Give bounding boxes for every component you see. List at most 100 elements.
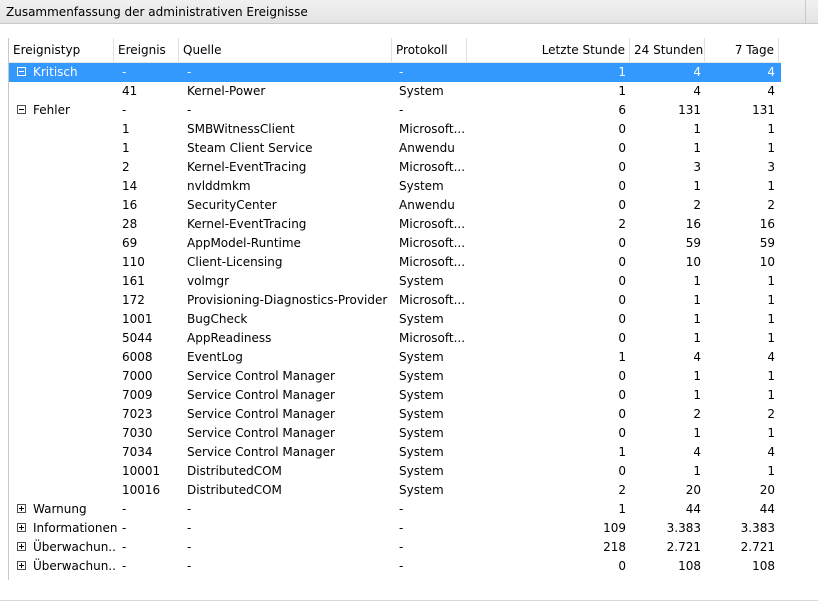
cell-7-tage: 1 bbox=[767, 464, 775, 478]
cell-7-tage: 3.383 bbox=[740, 521, 775, 535]
table-row[interactable]: 1 SMBWitnessClient Microsoft... 0 1 1 bbox=[9, 120, 781, 139]
table-row[interactable]: 7009 Service Control Manager System 0 1 1 bbox=[9, 386, 781, 405]
table-row[interactable]: 7030 Service Control Manager System 0 1 1 bbox=[9, 424, 781, 443]
table-row[interactable]: 69 AppModel-Runtime Microsoft... 0 59 59 bbox=[9, 234, 781, 253]
cell-quelle: EventLog bbox=[187, 350, 243, 364]
cell-quelle: Kernel-Power bbox=[187, 84, 266, 98]
cell-24-stunden: 2.721 bbox=[666, 540, 701, 554]
table-row[interactable]: 2 Kernel-EventTracing Microsoft... 0 3 3 bbox=[9, 158, 781, 177]
table-row[interactable]: 10001 DistributedCOM System 0 1 1 bbox=[9, 462, 781, 481]
cell-7-tage: 4 bbox=[767, 350, 775, 364]
cell-ereignis: 14 bbox=[122, 179, 138, 193]
cell-7-tage: 44 bbox=[759, 502, 775, 516]
column-header-24-stunden[interactable]: 24 Stunden bbox=[630, 38, 705, 62]
table-row[interactable]: 28 Kernel-EventTracing Microsoft... 2 16 16 bbox=[9, 215, 781, 234]
expand-icon[interactable] bbox=[17, 523, 26, 532]
cell-ereignistyp bbox=[29, 158, 117, 177]
cell-letzte-stunde: 1 bbox=[618, 502, 626, 516]
cell-ereignis: 6008 bbox=[122, 350, 153, 364]
collapse-icon[interactable] bbox=[17, 105, 26, 114]
cell-7-tage: 1 bbox=[767, 312, 775, 326]
cell-protokoll: System bbox=[399, 426, 444, 440]
cell-quelle: Client-Licensing bbox=[187, 255, 283, 269]
cell-ereignis: 7009 bbox=[122, 388, 153, 402]
cell-protokoll: System bbox=[399, 445, 444, 459]
column-header-letzte-stunde[interactable]: Letzte Stunde bbox=[467, 38, 630, 62]
cell-7-tage: 1 bbox=[767, 293, 775, 307]
cell-7-tage: 1 bbox=[767, 331, 775, 345]
cell-ereignistyp bbox=[29, 196, 117, 215]
table-row[interactable]: 7034 Service Control Manager System 1 4 4 bbox=[9, 443, 781, 462]
cell-ereignis: 41 bbox=[122, 84, 138, 98]
group-row[interactable]: Informationen - - -109 3.383 3.383 bbox=[9, 519, 781, 538]
expand-icon[interactable] bbox=[17, 504, 26, 513]
table-row[interactable]: 41 Kernel-Power System 1 4 4 bbox=[9, 82, 781, 101]
cell-ereignistyp bbox=[29, 253, 117, 272]
table-row[interactable]: 7023 Service Control Manager System 0 2 2 bbox=[9, 405, 781, 424]
table-row[interactable]: 161 volmgr System 0 1 1 bbox=[9, 272, 781, 291]
table-row[interactable]: 1 Steam Client Service Anwendu 0 1 1 bbox=[9, 139, 781, 158]
cell-quelle: nvlddmkm bbox=[187, 179, 251, 193]
table-row[interactable]: 7000 Service Control Manager System 0 1 1 bbox=[9, 367, 781, 386]
table-row[interactable]: 6008 EventLog System 1 4 4 bbox=[9, 348, 781, 367]
cell-7-tage: 1 bbox=[767, 122, 775, 136]
cell-ereignistyp bbox=[29, 291, 117, 310]
cell-protokoll: System bbox=[399, 350, 444, 364]
cell-letzte-stunde: 218 bbox=[603, 540, 626, 554]
cell-protokoll: System bbox=[399, 407, 444, 421]
expand-icon[interactable] bbox=[17, 542, 26, 551]
cell-letzte-stunde: 0 bbox=[618, 331, 626, 345]
cell-letzte-stunde: 2 bbox=[618, 217, 626, 231]
cell-letzte-stunde: 1 bbox=[618, 84, 626, 98]
cell-24-stunden: 4 bbox=[693, 84, 701, 98]
table-row[interactable]: 10016 DistributedCOM System 2 20 20 bbox=[9, 481, 781, 500]
cell-letzte-stunde: 0 bbox=[618, 559, 626, 573]
cell-24-stunden: 3 bbox=[693, 160, 701, 174]
cell-ereignistyp bbox=[29, 367, 117, 386]
cell-24-stunden: 4 bbox=[693, 350, 701, 364]
cell-letzte-stunde: 0 bbox=[618, 255, 626, 269]
cell-24-stunden: 4 bbox=[693, 65, 701, 79]
cell-ereignis: 7000 bbox=[122, 369, 153, 383]
cell-ereignis: 7034 bbox=[122, 445, 153, 459]
cell-quelle: Kernel-EventTracing bbox=[187, 160, 307, 174]
cell-24-stunden: 1 bbox=[693, 141, 701, 155]
column-header-7-tage[interactable]: 7 Tage bbox=[705, 38, 779, 62]
cell-letzte-stunde: 6 bbox=[618, 103, 626, 117]
cell-7-tage: 1 bbox=[767, 369, 775, 383]
table-row[interactable]: 1001 BugCheck System 0 1 1 bbox=[9, 310, 781, 329]
cell-7-tage: 4 bbox=[767, 65, 775, 79]
group-row[interactable]: Kritisch - - - 1 4 4 bbox=[9, 63, 781, 82]
group-row[interactable]: Überwachun... - - -218 2.721 2.721 bbox=[9, 538, 781, 557]
cell-protokoll: System bbox=[399, 274, 444, 288]
cell-protokoll: Microsoft... bbox=[399, 293, 466, 307]
cell-ereignis: - bbox=[122, 65, 127, 79]
cell-quelle: Service Control Manager bbox=[187, 388, 335, 402]
column-header-ereignistyp[interactable]: Ereignistyp bbox=[9, 38, 114, 62]
expand-icon[interactable] bbox=[17, 561, 26, 570]
column-header-quelle[interactable]: Quelle bbox=[179, 38, 392, 62]
cell-24-stunden: 1 bbox=[693, 369, 701, 383]
panel-collapse-handle[interactable] bbox=[805, 0, 818, 24]
cell-letzte-stunde: 0 bbox=[618, 160, 626, 174]
group-row[interactable]: Warnung - - - 1 44 44 bbox=[9, 500, 781, 519]
cell-protokoll: - bbox=[399, 502, 404, 516]
cell-protokoll: Microsoft... bbox=[399, 217, 466, 231]
table-row[interactable]: 172 Provisioning-Diagnostics-Provider Micr… bbox=[9, 291, 781, 310]
cell-letzte-stunde: 109 bbox=[603, 521, 626, 535]
cell-ereignis: 10001 bbox=[122, 464, 161, 478]
column-header-protokoll[interactable]: Protokoll bbox=[392, 38, 467, 62]
cell-protokoll: System bbox=[399, 483, 444, 497]
column-header-ereignis[interactable]: Ereignis bbox=[114, 38, 179, 62]
group-row[interactable]: Überwachun... - - -0 108 108 bbox=[9, 557, 781, 576]
panel-titlebar: Zusammenfassung der administrativen Erei… bbox=[0, 0, 818, 24]
cell-7-tage: 131 bbox=[752, 103, 775, 117]
table-row[interactable]: 16 SecurityCenter Anwendu 0 2 2 bbox=[9, 196, 781, 215]
cell-ereignis: 7023 bbox=[122, 407, 153, 421]
group-row[interactable]: Fehler - - - 6 131 131 bbox=[9, 101, 781, 120]
table-row[interactable]: 14 nvlddmkm System 0 1 1 bbox=[9, 177, 781, 196]
table-row[interactable]: 5044 AppReadiness Microsoft... 0 1 1 bbox=[9, 329, 781, 348]
collapse-icon[interactable] bbox=[17, 67, 26, 76]
table-row[interactable]: 110 Client-Licensing Microsoft... 0 10 10 bbox=[9, 253, 781, 272]
cell-ereignistyp: Überwachun... bbox=[33, 559, 117, 573]
